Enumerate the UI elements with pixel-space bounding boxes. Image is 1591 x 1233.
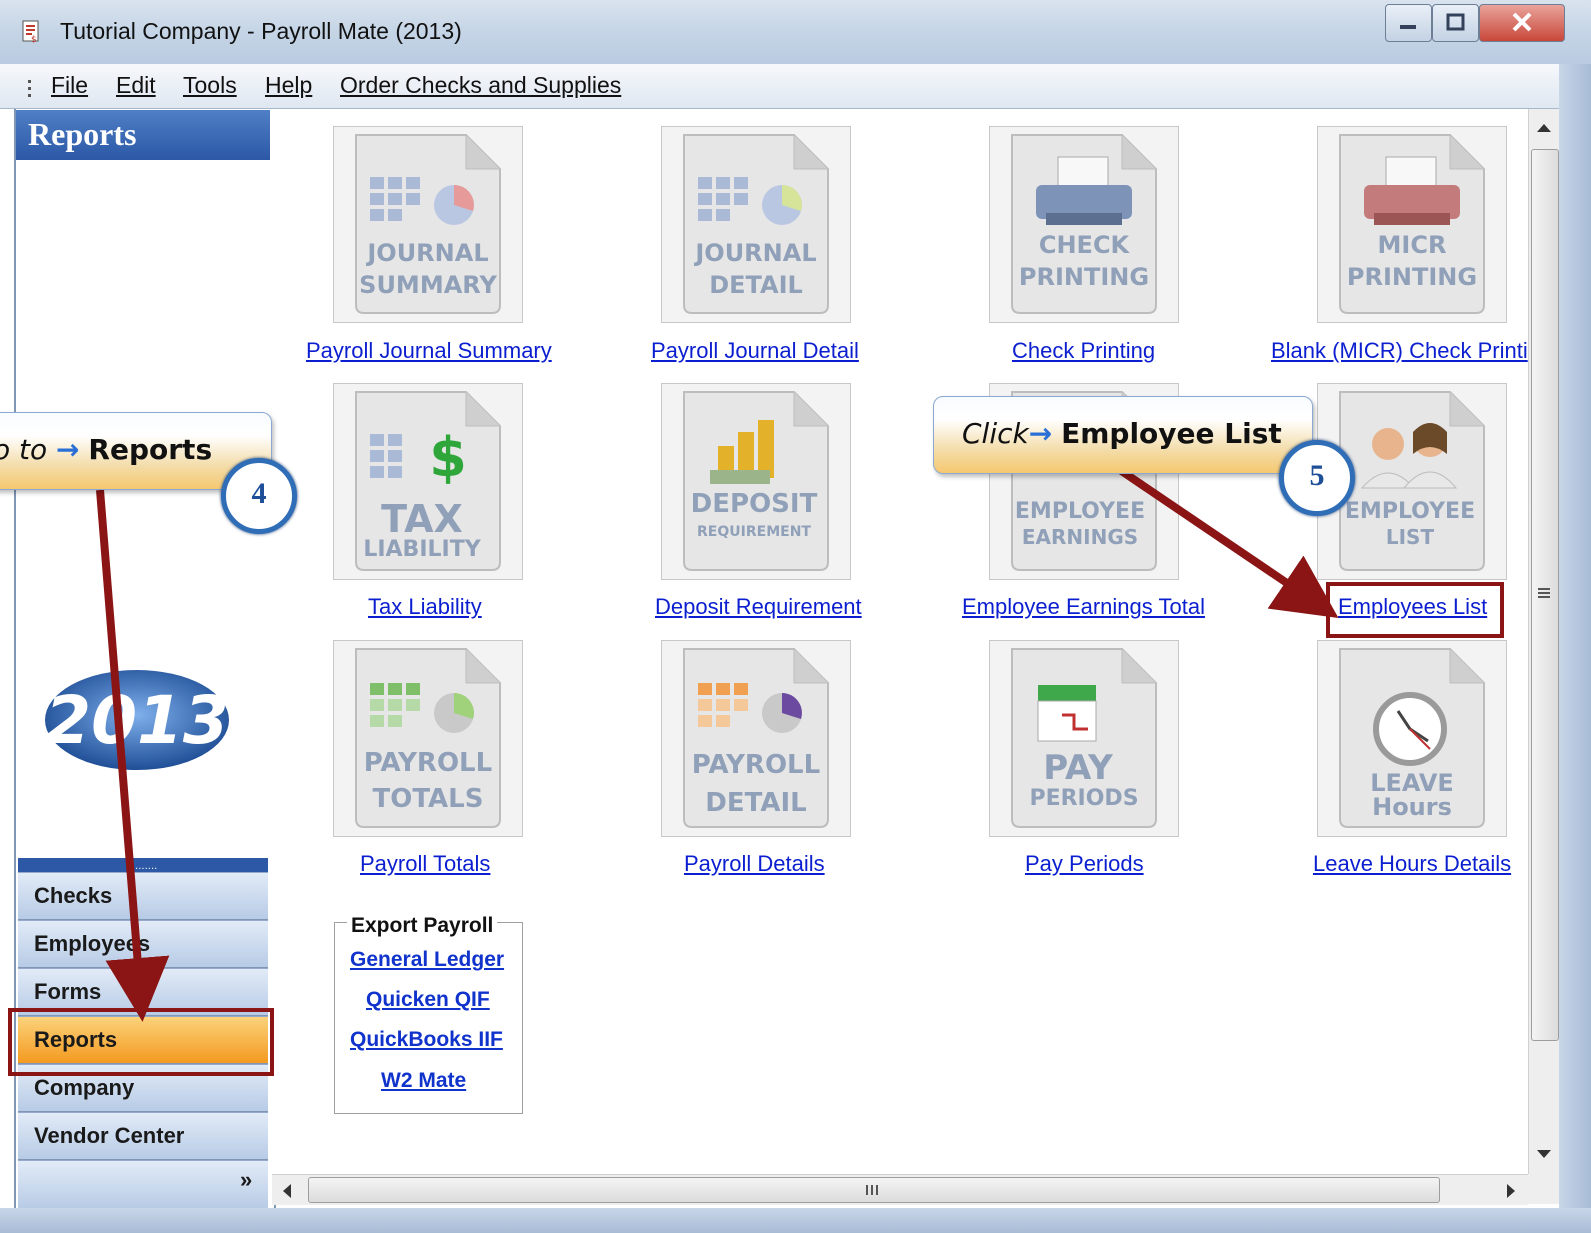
step-5-badge: 5: [1279, 440, 1355, 516]
callout-step-5-text: Click→ Employee List: [962, 417, 1282, 450]
step-4-badge: 4: [221, 458, 297, 534]
callout-step-5: Click→ Employee List: [933, 396, 1313, 474]
callout-step-4-text: o to → Reports: [0, 433, 213, 466]
app-window: $ Tutorial Company - Payroll Mate (2013)…: [0, 0, 1591, 1233]
annotation-arrows: [96, 466, 1339, 1022]
arrow-to-reports-nav: [96, 489, 170, 1022]
